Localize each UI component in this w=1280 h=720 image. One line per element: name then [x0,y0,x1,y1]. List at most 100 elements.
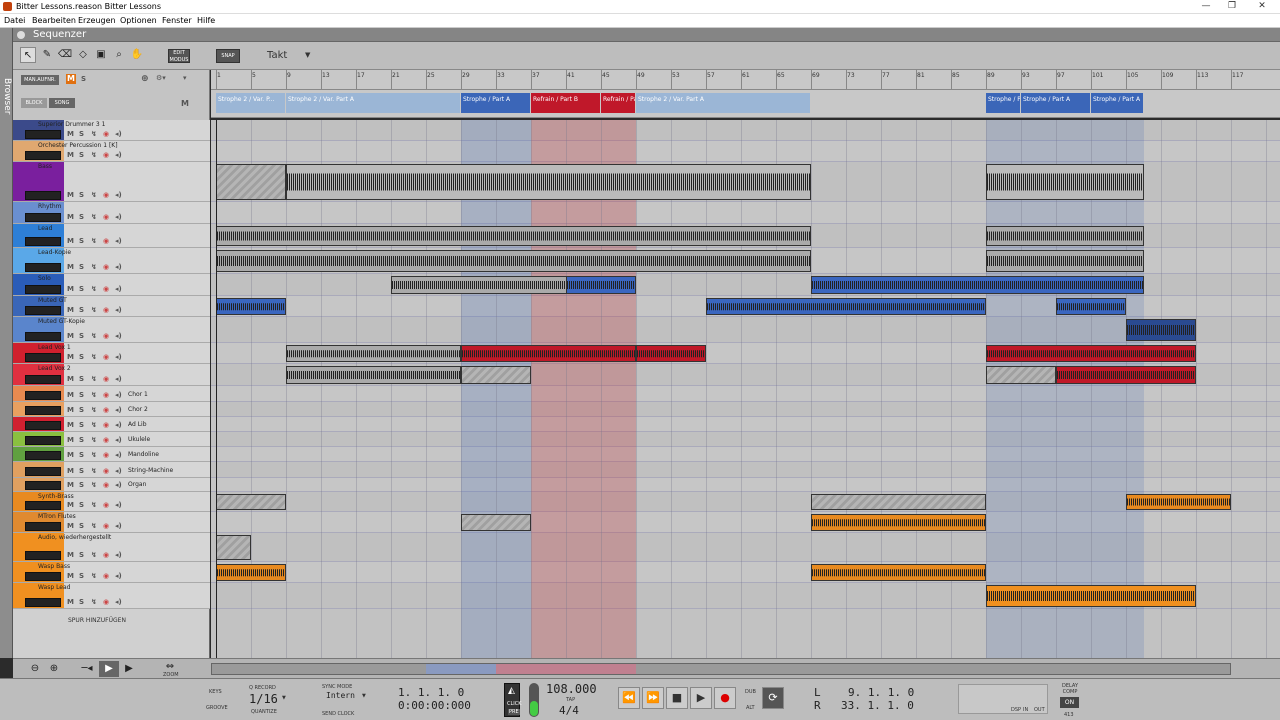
horizontal-scrollbar[interactable] [211,663,1231,675]
track-clip[interactable] [286,366,461,384]
track-row[interactable]: Bass M S ↯ ◉ ◂) [13,162,210,202]
pencil-tool-icon[interactable]: ✎ [39,47,55,63]
speaker-icon[interactable]: ◂) [115,598,122,606]
instrument-icon[interactable] [25,263,61,272]
track-arm-icon[interactable]: ↯ [91,436,97,444]
track-arm-icon[interactable]: ↯ [91,191,97,199]
track-solo-button[interactable]: S [79,436,84,444]
track-solo-button[interactable]: S [79,406,84,414]
minimize-icon[interactable]: — [1196,1,1216,13]
track-arm-icon[interactable]: ↯ [91,130,97,138]
track-clip[interactable] [706,298,986,315]
track-solo-button[interactable]: S [79,285,84,293]
track-row[interactable]: Wasp Lead M S ↯ ◉ ◂) [13,583,210,609]
track-mute-button[interactable]: M [67,353,74,361]
track-solo-button[interactable]: S [79,263,84,271]
track-clip[interactable] [636,345,706,362]
speaker-icon[interactable]: ◂) [115,406,122,414]
speaker-icon[interactable]: ◂) [115,191,122,199]
speaker-icon[interactable]: ◂) [115,375,122,383]
track-solo-button[interactable]: S [79,375,84,383]
track-solo-button[interactable]: S [79,467,84,475]
settings-icon[interactable]: ⚙▾ [156,74,166,82]
speaker-icon[interactable]: ◂) [115,501,122,509]
menu-hilfe[interactable]: Hilfe [197,16,215,25]
browser-tab[interactable]: Browser [0,28,13,658]
track-row[interactable]: Lead Vox 1 M S ↯ ◉ ◂) [13,343,210,364]
block-button[interactable]: BLOCK [21,98,47,108]
track-solo-button[interactable]: S [79,501,84,509]
song-block[interactable]: Strophe 2 / Var. P... [216,93,285,113]
instrument-icon[interactable] [25,522,61,531]
track-record-icon[interactable]: ◉ [103,436,109,444]
track-record-icon[interactable]: ◉ [103,353,109,361]
track-clip[interactable] [1056,298,1126,315]
track-label[interactable]: Ukulele [128,436,150,443]
instrument-icon[interactable] [25,421,61,430]
track-mute-button[interactable]: M [67,375,74,383]
song-block[interactable]: Strophe / Part A [1091,93,1143,113]
track-solo-button[interactable]: S [79,191,84,199]
track-arm-icon[interactable]: ↯ [91,213,97,221]
track-arm-icon[interactable]: ↯ [91,467,97,475]
track-clip[interactable] [811,276,1144,294]
delay-comp-on-button[interactable]: ON [1060,697,1079,708]
menu-datei[interactable]: Datei [4,16,25,25]
track-record-icon[interactable]: ◉ [103,451,109,459]
track-label[interactable]: String-Machine [128,467,173,474]
track-mute-button[interactable]: M [67,598,74,606]
track-arm-icon[interactable]: ↯ [91,406,97,414]
track-row[interactable]: M S ↯ ◉ ◂) Ukulele [13,432,210,447]
track-row[interactable]: M S ↯ ◉ ◂) String-Machine [13,462,210,478]
track-clip[interactable] [986,226,1144,246]
track-clip[interactable] [216,535,251,560]
track-mute-button[interactable]: M [67,263,74,271]
track-mute-button[interactable]: M [67,406,74,414]
song-block[interactable]: Strophe / Part A [986,93,1020,113]
speaker-icon[interactable]: ◂) [115,467,122,475]
track-record-icon[interactable]: ◉ [103,551,109,559]
track-clip[interactable] [1056,366,1196,384]
track-mute-button[interactable]: M [67,451,74,459]
track-arm-icon[interactable]: ↯ [91,501,97,509]
dub-button[interactable]: DUB [745,689,756,695]
track-mute-button[interactable]: M [67,522,74,530]
track-record-icon[interactable]: ◉ [103,481,109,489]
track-label[interactable]: Organ [128,481,146,488]
sync-chevron-icon[interactable]: ▼ [362,693,366,699]
track-arm-icon[interactable]: ↯ [91,551,97,559]
track-mute-button[interactable]: M [67,501,74,509]
quantize-value[interactable]: 1/16 [249,692,278,706]
track-row[interactable]: Orchester Percussion 1 [K] M S ↯ ◉ ◂) [13,141,210,162]
track-record-icon[interactable]: ◉ [103,375,109,383]
time-signature[interactable]: 4/4 [559,704,579,717]
track-solo-button[interactable]: S [79,332,84,340]
right-locator-position[interactable]: 33. 1. 1. 0 [841,699,914,712]
menu-erzeugen[interactable]: Erzeugen [78,16,116,25]
track-mute-button[interactable]: M [67,151,74,159]
click-level-slider[interactable] [529,683,539,717]
tap-button[interactable]: TAP [566,697,575,703]
track-arm-icon[interactable]: ↯ [91,391,97,399]
track-mute-button[interactable]: M [67,421,74,429]
instrument-icon[interactable] [25,375,61,384]
speaker-icon[interactable]: ◂) [115,306,122,314]
track-arm-icon[interactable]: ↯ [91,285,97,293]
chevron-down-icon[interactable]: ▼ [305,51,310,59]
track-record-icon[interactable]: ◉ [103,285,109,293]
track-row[interactable]: M S ↯ ◉ ◂) Chor 2 [13,402,210,417]
instrument-icon[interactable] [25,481,61,490]
track-clip[interactable] [461,345,636,362]
track-solo-button[interactable]: S [79,522,84,530]
track-row[interactable]: Muted GT-Kopie M S ↯ ◉ ◂) [13,317,210,343]
track-name[interactable]: Orchester Percussion 1 [K] [38,142,118,149]
track-clip[interactable] [216,494,286,510]
speaker-icon[interactable]: ◂) [115,522,122,530]
track-name[interactable]: Wasp Lead [38,584,70,591]
hand-tool-icon[interactable]: ✋ [129,47,145,63]
instrument-icon[interactable] [25,551,61,560]
track-row[interactable]: M S ↯ ◉ ◂) Ad Lib [13,417,210,432]
track-row[interactable]: Lead M S ↯ ◉ ◂) [13,224,210,248]
track-clip[interactable] [216,298,286,315]
mute-tool-icon[interactable]: ▣ [93,47,109,63]
